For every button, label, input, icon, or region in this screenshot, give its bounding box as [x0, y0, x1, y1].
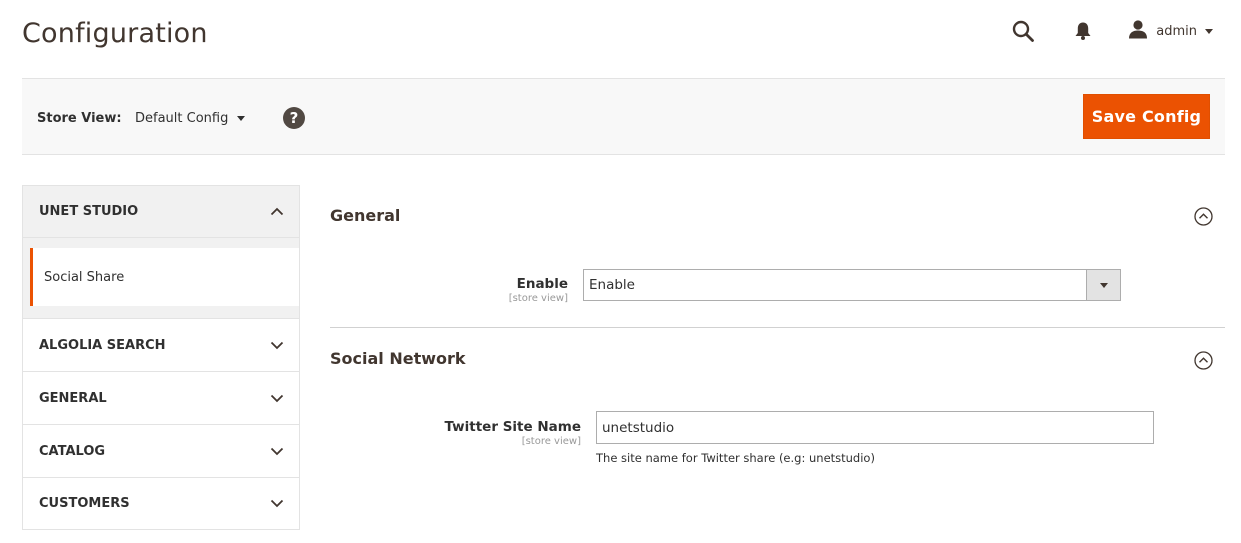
user-name: admin [1156, 23, 1197, 39]
sidebar-tab-customers[interactable]: CUSTOMERS [22, 477, 300, 530]
section-divider [330, 327, 1225, 328]
chevron-down-icon [1205, 28, 1213, 34]
field-scope: [store view] [508, 293, 568, 304]
collapse-circle-icon[interactable] [1194, 207, 1213, 226]
store-view-switcher[interactable]: Default Config [135, 111, 246, 126]
help-icon[interactable]: ? [283, 107, 305, 129]
sidebar-tab-catalog[interactable]: CATALOG [22, 424, 300, 477]
field-note: The site name for Twitter share (e.g: un… [596, 451, 875, 465]
chevron-down-icon [237, 116, 246, 121]
chevron-down-icon [1086, 270, 1120, 300]
store-view-value: Default Config [135, 111, 229, 126]
twitter-site-name-input[interactable] [596, 411, 1154, 444]
chevron-up-icon [270, 205, 284, 219]
user-icon [1128, 19, 1148, 43]
chevron-down-icon [270, 338, 284, 352]
chevron-down-icon [270, 497, 284, 511]
sidebar-tab-label: GENERAL [39, 390, 107, 406]
sidebar-tab-label: ALGOLIA SEARCH [39, 337, 166, 353]
enable-select[interactable]: Enable [583, 269, 1121, 301]
chevron-down-icon [270, 444, 284, 458]
enable-select-value: Enable [589, 277, 635, 293]
field-scope: [store view] [521, 436, 581, 447]
page-title: Configuration [22, 18, 208, 49]
store-view-label: Store View: [37, 111, 122, 126]
sidebar-item-social-share[interactable]: Social Share [30, 248, 299, 306]
header-actions: admin [1010, 18, 1213, 44]
search-icon[interactable] [1010, 18, 1036, 44]
sidebar-tab-label: CUSTOMERS [39, 496, 130, 511]
page-actions-toolbar: Store View: Default Config ? Save Config [22, 78, 1225, 155]
collapse-circle-icon[interactable] [1194, 351, 1213, 370]
sidebar-tab-algolia-search[interactable]: ALGOLIA SEARCH [22, 318, 300, 371]
config-sidebar: UNET STUDIO Social Share ALGOLIA SEARCH … [22, 185, 300, 530]
field-label-enable: Enable [516, 276, 568, 292]
section-title-social-network[interactable]: Social Network [330, 349, 466, 368]
bell-icon[interactable] [1072, 18, 1094, 44]
section-title-general[interactable]: General [330, 206, 400, 225]
user-menu[interactable]: admin [1128, 19, 1213, 43]
sidebar-tab-general[interactable]: GENERAL [22, 371, 300, 424]
field-label-twitter-site-name: Twitter Site Name [444, 419, 581, 435]
sidebar-tab-label: CATALOG [39, 443, 106, 459]
sidebar-tab-label: UNET STUDIO [39, 204, 139, 219]
sidebar-submenu: Social Share [22, 238, 300, 318]
save-config-button[interactable]: Save Config [1083, 94, 1210, 139]
sidebar-tab-unet-studio[interactable]: UNET STUDIO [22, 185, 300, 238]
sidebar-item-label: Social Share [44, 269, 125, 285]
chevron-down-icon [270, 391, 284, 405]
